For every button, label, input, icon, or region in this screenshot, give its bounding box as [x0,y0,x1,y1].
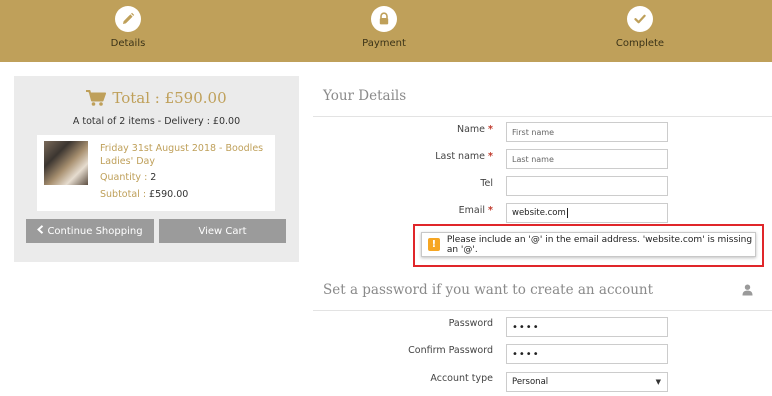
step-payment: Payment [324,6,444,49]
password-label: Password [448,318,493,329]
pencil-icon [115,6,141,32]
validation-highlight: ! Please include an '@' in the email add… [413,224,764,267]
checkout-progress-bar: Details Payment Complete [0,0,772,62]
warning-icon: ! [428,238,440,251]
cart-item: Friday 31st August 2018 - Boodles Ladies… [37,135,275,211]
subtotal-label: Subtotal : [100,189,150,200]
quantity-label: Quantity : [100,172,151,183]
text-caret [566,208,568,218]
email-value: website.com [512,208,566,218]
continue-shopping-label: Continue Shopping [47,225,143,237]
step-label: Complete [615,38,665,49]
check-icon [627,6,653,32]
email-input[interactable]: website.com [506,203,668,223]
account-type-value: Personal [512,377,549,387]
password-value: •••• [512,321,540,333]
account-type-select[interactable]: Personal ▼ [506,372,668,392]
cart-summary-text: A total of 2 items - Delivery : £0.00 [72,116,241,127]
cart-item-quantity: Quantity : 2 [100,172,156,183]
email-validation-tooltip: ! Please include an '@' in the email add… [421,232,756,257]
view-cart-label: View Cart [198,225,247,237]
chevron-left-icon [37,225,44,237]
confirm-password-value: •••• [512,348,540,360]
shopping-cart-icon [86,90,107,110]
required-mark: * [488,151,493,162]
your-details-heading: Your Details [323,88,407,104]
divider [313,310,772,311]
view-cart-button[interactable]: View Cart [159,219,286,243]
cart-summary-panel: Total : £590.00 A total of 2 items - Del… [14,76,299,262]
step-label: Details [110,38,146,49]
name-label: Name * [456,124,493,135]
create-account-heading: Set a password if you want to create an … [323,282,654,298]
divider [313,116,772,117]
cart-total-text: Total : £590.00 [112,89,227,107]
confirm-password-label: Confirm Password [408,345,493,356]
lock-icon [371,6,397,32]
step-details: Details [68,6,188,49]
required-mark: * [488,124,493,135]
dropdown-arrow-icon: ▼ [655,378,661,386]
confirm-password-input[interactable]: •••• [506,344,668,364]
tel-input[interactable] [506,176,668,196]
tel-label: Tel [480,178,493,189]
required-mark: * [488,205,493,216]
step-label: Payment [362,38,406,49]
continue-shopping-button[interactable]: Continue Shopping [26,219,154,243]
cart-item-subtotal: Subtotal : £590.00 [100,189,188,200]
quantity-value: 2 [150,172,157,183]
cart-item-title[interactable]: Friday 31st August 2018 - Boodles Ladies… [100,142,270,168]
cart-total: Total : £590.00 [14,89,299,110]
last-name-input[interactable]: Last name [506,149,668,169]
subtotal-value: £590.00 [149,189,189,200]
account-type-label: Account type [430,373,493,384]
email-label: Email * [458,205,493,216]
step-complete: Complete [580,6,700,49]
event-thumbnail [44,141,88,185]
user-icon [742,281,753,300]
first-name-input[interactable]: First name [506,122,668,142]
validation-message: Please include an '@' in the email addre… [446,234,753,255]
last-name-label: Last name * [435,151,493,162]
password-input[interactable]: •••• [506,317,668,337]
